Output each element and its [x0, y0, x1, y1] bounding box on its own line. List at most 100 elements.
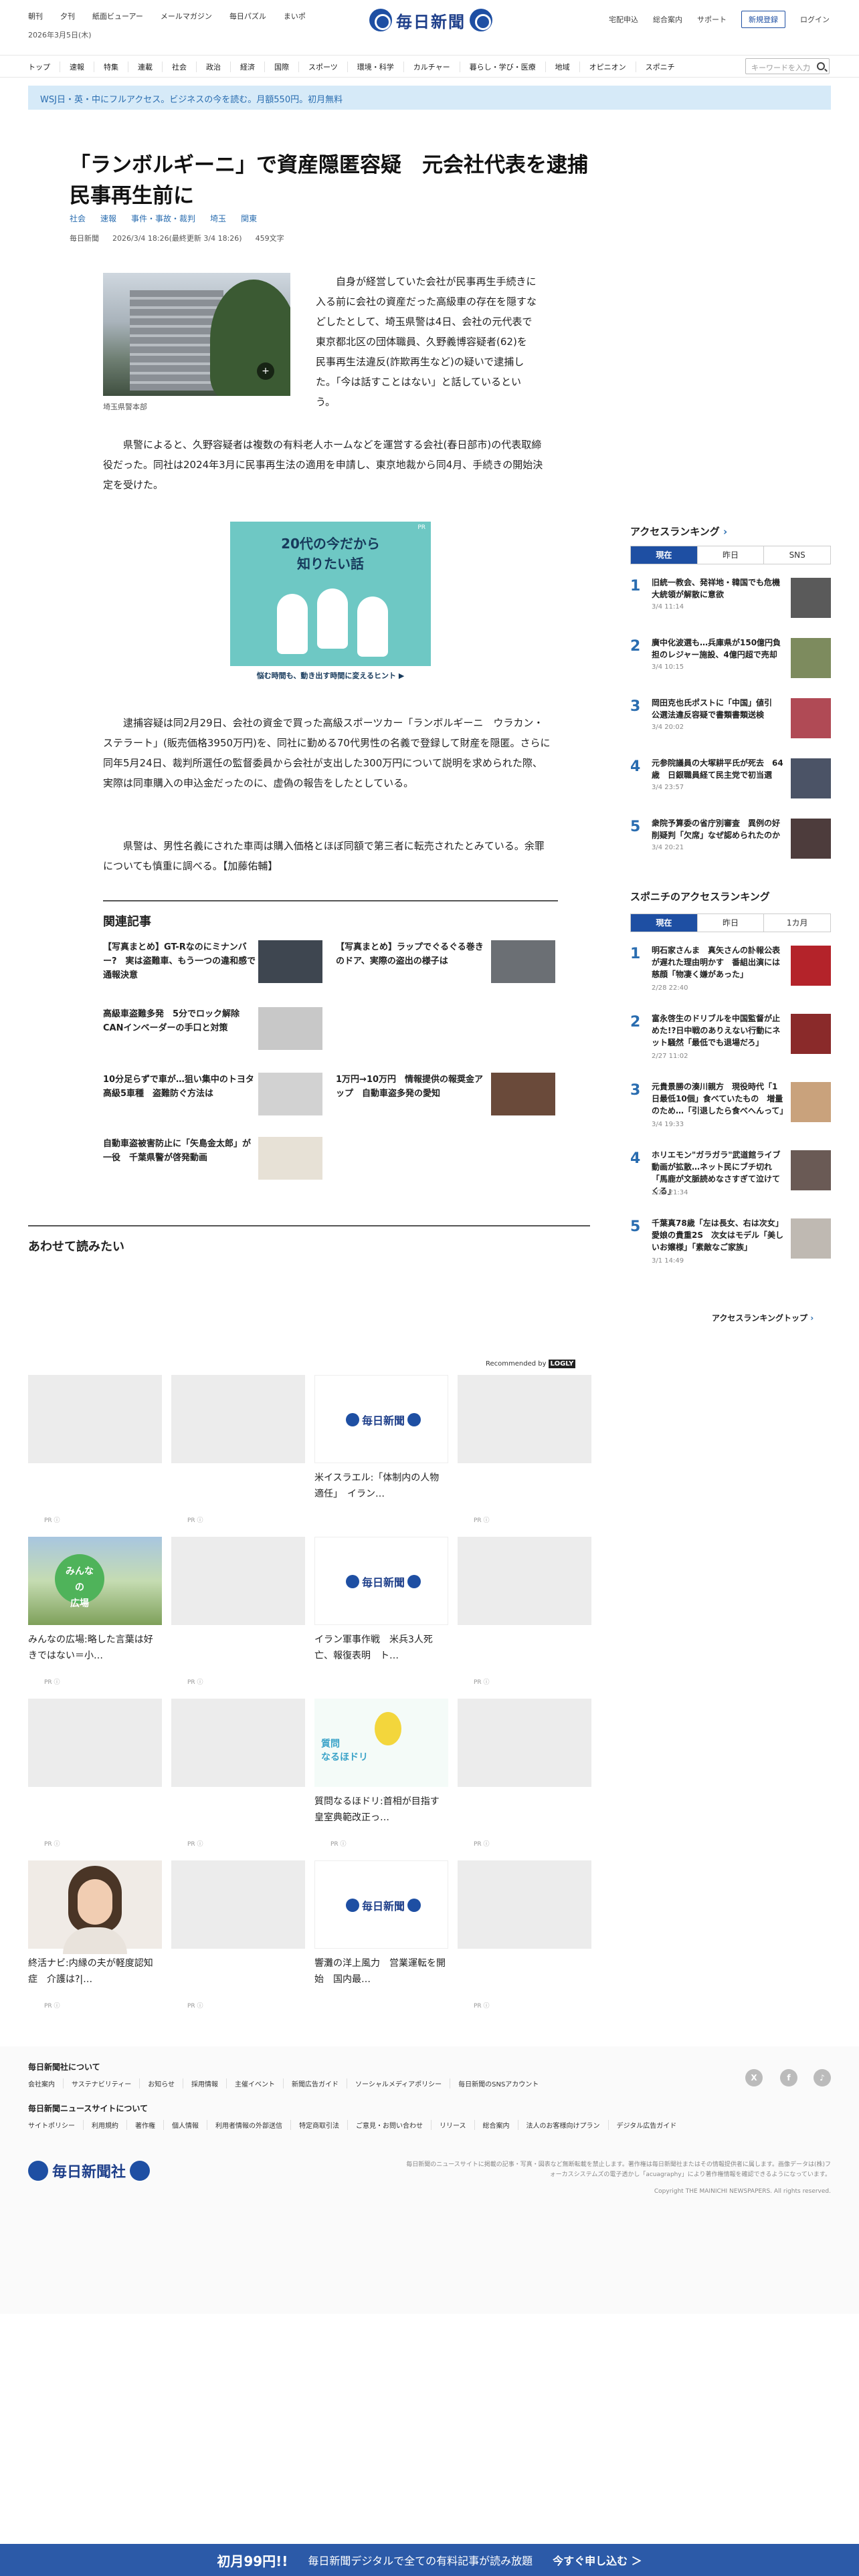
footer-link[interactable]: 個人情報 [164, 2120, 207, 2130]
tag-link[interactable]: 関東 [241, 213, 257, 224]
nav-item[interactable]: スポーツ [308, 62, 348, 72]
nav-item[interactable]: 政治 [206, 62, 231, 72]
tag-link[interactable]: 速報 [100, 213, 116, 224]
link-delivery[interactable]: 宅配申込 [609, 14, 638, 25]
footer-link[interactable]: 著作権 [127, 2120, 164, 2130]
facebook-icon[interactable]: f [780, 2069, 797, 2086]
nav-item[interactable]: トップ [28, 62, 60, 72]
ranking-item[interactable]: 2 廣中化波選も…兵庫県が150億円負担のレジャー施設、4億円超で売却 3/4 10… [630, 637, 831, 697]
footer-link[interactable]: リリース [432, 2120, 475, 2130]
tab-yesterday[interactable]: 昨日 [698, 546, 765, 564]
footer-link[interactable]: 主催イベント [227, 2078, 284, 2088]
tab-sns[interactable]: SNS [764, 546, 830, 564]
login-link[interactable]: ログイン [800, 14, 830, 25]
recommend-card[interactable]: PR ⓘ [171, 1537, 305, 1691]
footer-link[interactable]: 新聞広告ガイド [284, 2078, 348, 2088]
related-item[interactable]: 高級車盗難多発 5分でロック解除 CANインベーダーの手口と対策 [103, 1007, 324, 1054]
recommend-card[interactable]: PR ⓘ [171, 1860, 305, 2014]
nav-item[interactable]: カルチャー [413, 62, 460, 72]
link-morning[interactable]: 朝刊 [28, 11, 43, 21]
footer-link[interactable]: デジタル広告ガイド [609, 2120, 685, 2130]
recommend-card[interactable]: 毎日新聞 響灘の洋上風力 営業運転を開始 国内最… [314, 1860, 448, 2014]
tab-yesterday[interactable]: 昨日 [698, 914, 765, 932]
ranking-item[interactable]: 4 ホリエモン"ガラガラ"武道館ライブ動画が拡散…ネット民にブチ切れ「馬鹿が文脈読… [630, 1149, 831, 1209]
related-item[interactable]: 1万円→10万円 情報提供の報奨金アップ 自動車盗多発の愛知 [336, 1073, 557, 1119]
related-item[interactable]: 【写真まとめ】ラップでぐるぐる巻きのドア、実際の盗出の様子は [336, 940, 557, 987]
footer-link[interactable]: 採用情報 [183, 2078, 227, 2088]
x-icon[interactable]: X [745, 2069, 763, 2086]
ranking-heading[interactable]: アクセスランキング › [630, 524, 727, 538]
footer-link[interactable]: 会社案内 [28, 2078, 64, 2088]
ranking-item[interactable]: 5 千葉真78歳「左は長女、右は次女」愛娘の貴重2S 次女はモデル「美しいお嬢様」… [630, 1217, 831, 1277]
nav-item[interactable]: 国際 [274, 62, 299, 72]
nav-item[interactable]: オピニオン [589, 62, 636, 72]
search-icon[interactable] [817, 62, 825, 70]
promo-banner[interactable]: WSJ日・英・中にフルアクセス。ビジネスの今を読む。月額550円。初月無料 [28, 86, 831, 110]
recommend-card[interactable]: 毎日新聞 イラン軍事作戦 米兵3人死亡、報復表明 ト… [314, 1537, 448, 1691]
tab-now[interactable]: 現在 [631, 914, 698, 932]
recommend-card[interactable]: PR ⓘ [458, 1537, 591, 1691]
nav-item[interactable]: 社会 [172, 62, 197, 72]
link-support[interactable]: サポート [697, 14, 727, 25]
recommend-card[interactable]: PR ⓘ [171, 1375, 305, 1529]
article-photo[interactable]: + [103, 273, 290, 396]
footer-link[interactable]: 利用者情報の外部送信 [207, 2120, 291, 2130]
footer-logo[interactable]: 毎日新聞社 [28, 2160, 151, 2181]
recommend-card[interactable]: PR ⓘ [458, 1699, 591, 1852]
ranking-item[interactable]: 1 旧統一教会、発祥地・韓国でも危機 大統領が解散に意欲 3/4 11:14 [630, 576, 831, 637]
tag-link[interactable]: 事件・事故・裁判 [131, 213, 195, 224]
footer-link[interactable]: お知らせ [140, 2078, 184, 2088]
nav-item[interactable]: 経済 [240, 62, 265, 72]
nav-item[interactable]: 連載 [138, 62, 163, 72]
ranking-item[interactable]: 2 富永啓生のドリブルを中国監督が止めた!?日中戦のありえない行動にネット騒然「最… [630, 1012, 831, 1073]
recommend-card[interactable]: 質問 なるほドリ 質問なるほドリ:首相が目指す皇室典範改正っ… PR ⓘ [314, 1699, 448, 1852]
tab-month[interactable]: 1カ月 [764, 914, 830, 932]
ranking-item[interactable]: 3 元貴景勝の湊川親方 現役時代「1日最低10個」食べていたもの 増量のため…「引… [630, 1081, 831, 1141]
recommend-card[interactable]: 毎日新聞 米イスラエル:「体制内の人物適任」 イラン… [314, 1375, 448, 1529]
recommend-card[interactable]: PR ⓘ [171, 1699, 305, 1852]
nav-item[interactable]: 速報 [70, 62, 94, 72]
footer-link[interactable]: ソーシャルメディアポリシー [347, 2078, 451, 2088]
nav-item[interactable]: 環境・科学 [357, 62, 404, 72]
tiktok-icon[interactable]: ♪ [814, 2069, 831, 2086]
footer-link[interactable]: 法人のお客様向けプラン [518, 2120, 609, 2130]
recommend-card[interactable]: PR ⓘ [458, 1860, 591, 2014]
search-input[interactable]: キーワードを入力 [745, 58, 830, 74]
footer-link[interactable]: 毎日新聞のSNSアカウント [450, 2078, 547, 2088]
site-logo[interactable]: 毎日新聞 [369, 7, 492, 33]
register-button[interactable]: 新規登録 [741, 11, 785, 28]
recommend-card[interactable]: PR ⓘ [28, 1699, 162, 1852]
nav-item[interactable]: 地域 [555, 62, 580, 72]
zoom-icon[interactable]: + [257, 362, 274, 380]
ranking-item[interactable]: 5 衆院予算委の省庁別審査 異例の好削疑判「欠席」なぜ認められたのか 3/4 20:… [630, 817, 831, 877]
nav-item[interactable]: 暮らし・学び・医療 [470, 62, 546, 72]
ranking-item[interactable]: 3 岡田克也氏ポストに「中国」値引 公選法違反容疑で書類書類送検 3/4 20:02 [630, 697, 831, 757]
related-item[interactable]: 【写真まとめ】GT-Rなのにミナンバー? 実は盗難車、もう一つの違和感で通報決意 [103, 940, 324, 987]
subscribe-cta-bar[interactable]: 初月99円!! 毎日新聞デジタルで全ての有料記事が読み放題 今すぐ申し込む ＞ [0, 2544, 859, 2576]
recommend-card[interactable]: みんな の 広場 みんなの広場:略した言葉は好きではない＝小… PR ⓘ [28, 1537, 162, 1691]
footer-link[interactable]: サイトポリシー [28, 2120, 84, 2130]
related-item[interactable]: 10分足らずで車が…狙い集中のトヨタ高級5車種 盗難防ぐ方法は [103, 1073, 324, 1119]
nav-item[interactable]: 特集 [104, 62, 128, 72]
footer-link[interactable]: サステナビリティー [64, 2078, 140, 2088]
link-viewer[interactable]: 紙面ビューアー [92, 11, 143, 21]
ranking-item[interactable]: 1 明石家さんま 真矢さんの訃報公表が遅れた理由明かす 番組出演には慈顔「物凄く嫌… [630, 944, 831, 1004]
link-evening[interactable]: 夕刊 [60, 11, 75, 21]
link-info[interactable]: 総合案内 [653, 14, 682, 25]
recommend-card[interactable]: PR ⓘ [458, 1375, 591, 1529]
link-maipo[interactable]: まいポ [284, 11, 306, 21]
nav-item[interactable]: スポニチ [646, 62, 684, 72]
footer-link[interactable]: ご意見・お問い合わせ [348, 2120, 432, 2130]
tag-link[interactable]: 社会 [70, 213, 86, 224]
recommend-card[interactable]: PR ⓘ [28, 1375, 162, 1529]
footer-link[interactable]: 総合案内 [475, 2120, 518, 2130]
inline-ad[interactable]: PR 20代の今だから 知りたい話 悩む時間も、動き出す時間に変えるヒント ▶ [230, 522, 431, 686]
tab-now[interactable]: 現在 [631, 546, 698, 564]
tag-link[interactable]: 埼玉 [210, 213, 226, 224]
related-item[interactable]: 自動車盗被害防止に「矢島金太郎」が一役 千葉県警が啓発動画 [103, 1137, 324, 1184]
link-puzzle[interactable]: 毎日パズル [229, 11, 266, 21]
link-mailmag[interactable]: メールマガジン [161, 11, 212, 21]
footer-link[interactable]: 利用規約 [84, 2120, 127, 2130]
recommend-card[interactable]: 終活ナビ:内縁の夫が軽度認知症 介護は?|… PR ⓘ [28, 1860, 162, 2014]
ranking-top-link[interactable]: アクセスランキングトップ › [712, 1312, 814, 1323]
